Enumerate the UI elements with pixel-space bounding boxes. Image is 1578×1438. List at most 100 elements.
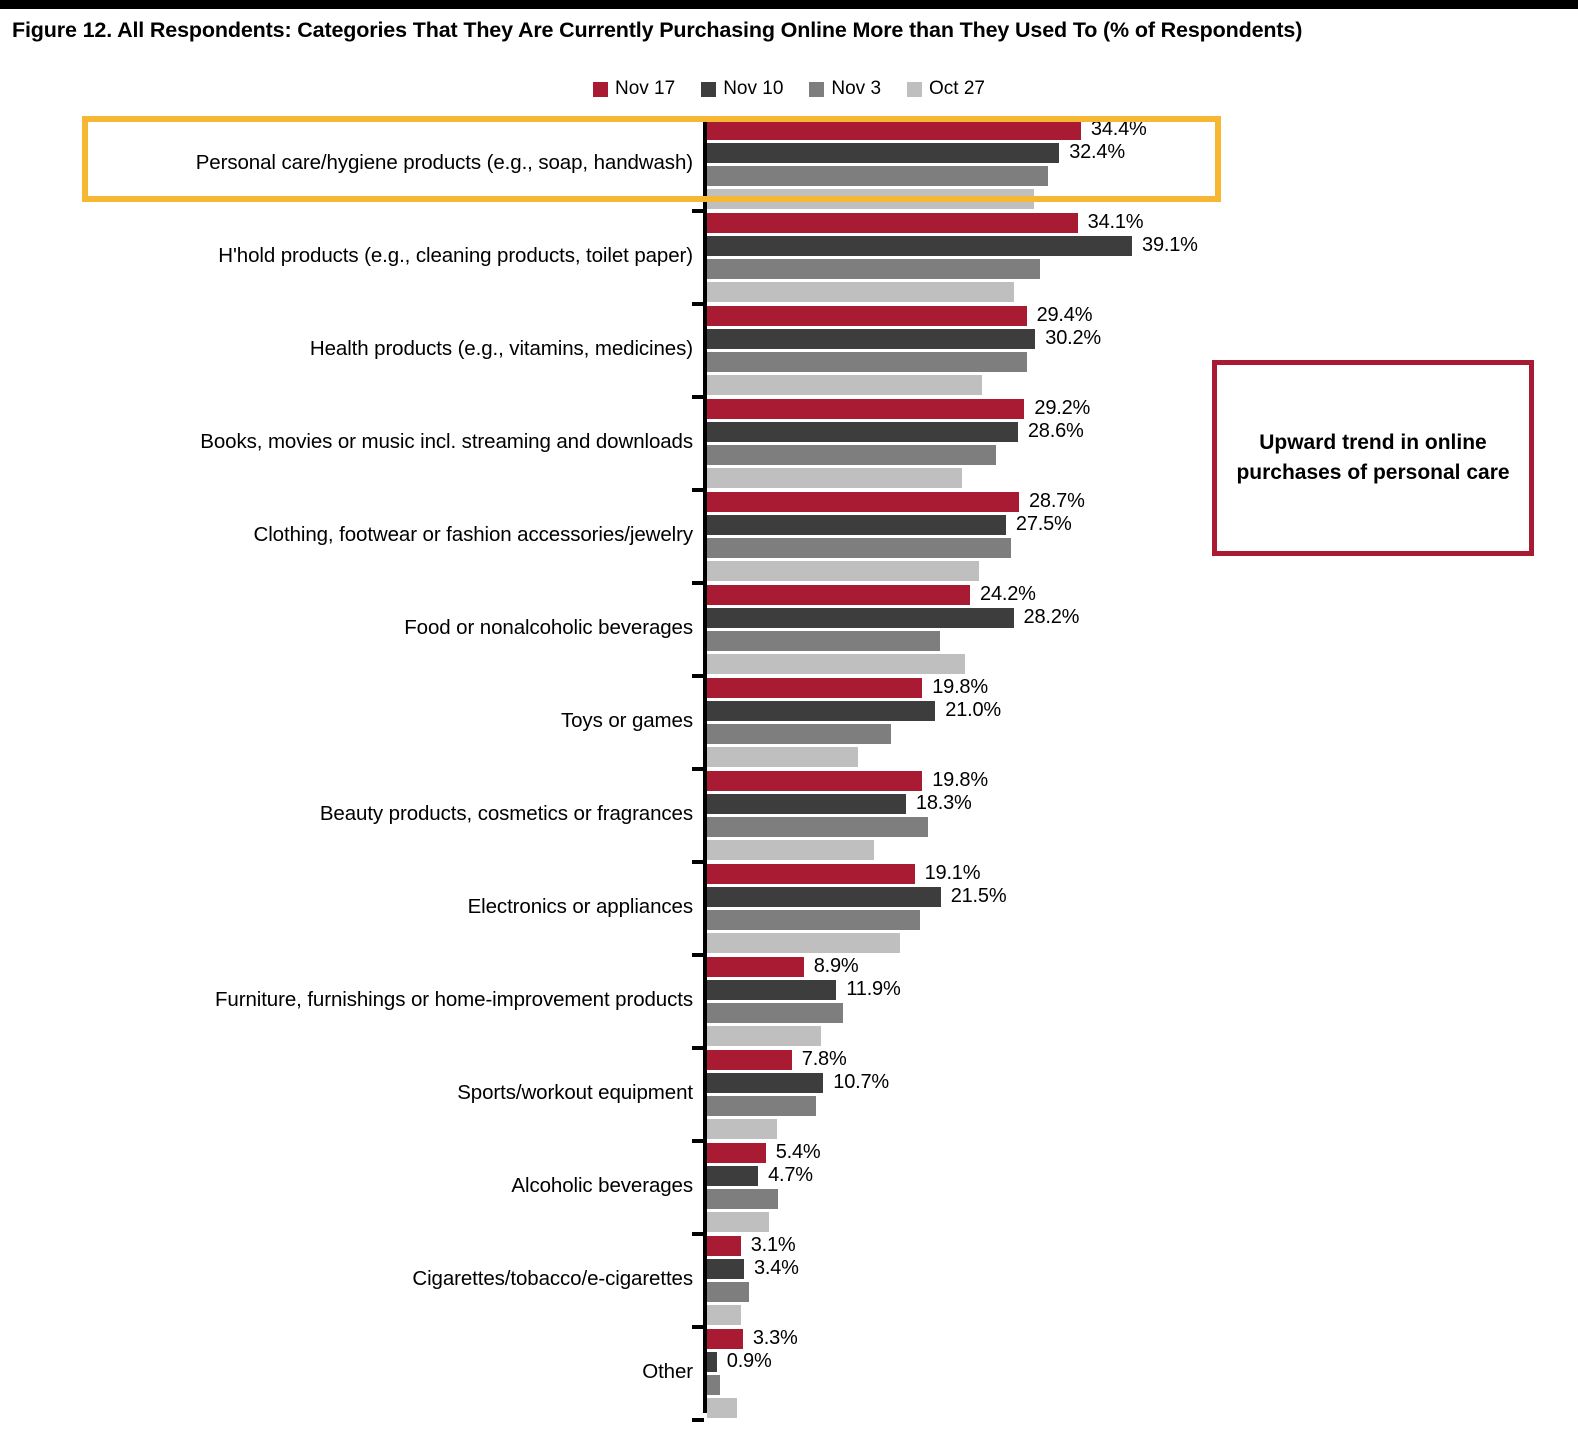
bar-nov-17[interactable] — [707, 771, 923, 791]
legend-swatch-icon — [809, 81, 825, 97]
bar-nov-17[interactable] — [707, 1329, 743, 1349]
bar-nov-17[interactable] — [707, 585, 971, 605]
bar-nov-17[interactable] — [707, 306, 1027, 326]
category-group: H'hold products (e.g., cleaning products… — [0, 209, 1578, 302]
bar-nov-3[interactable] — [707, 1375, 721, 1395]
bar-nov-3[interactable] — [707, 817, 928, 837]
bar-nov-10[interactable] — [707, 794, 906, 814]
legend-item-nov-3[interactable]: Nov 3 — [809, 78, 881, 100]
bar-nov-10[interactable] — [707, 329, 1036, 349]
bar-value-label: 30.2% — [1045, 327, 1101, 350]
bar-value-label: 18.3% — [915, 792, 972, 815]
bar-nov-17[interactable] — [707, 957, 804, 977]
bar-oct-27[interactable] — [707, 1119, 777, 1139]
bar-value-label: 19.8% — [932, 676, 988, 699]
bar-nov-3[interactable] — [707, 1096, 816, 1116]
legend-label: Nov 10 — [723, 78, 784, 99]
bar-oct-27[interactable] — [707, 747, 859, 767]
bar-nov-10[interactable] — [707, 1166, 759, 1186]
bar-nov-3[interactable] — [707, 910, 921, 930]
bar-value-label: 7.8% — [801, 1048, 847, 1071]
bar-oct-27[interactable] — [707, 840, 875, 860]
category-axis-label: Cigarettes/tobacco/e-cigarettes — [412, 1266, 693, 1290]
axis-tick — [692, 860, 704, 864]
bar-nov-3[interactable] — [707, 1003, 843, 1023]
bar-nov-10[interactable] — [707, 515, 1006, 535]
bar-nov-10[interactable] — [707, 1073, 824, 1093]
bar-oct-27[interactable] — [707, 375, 982, 395]
category-axis-label: H'hold products (e.g., cleaning products… — [218, 243, 693, 267]
legend-swatch-icon — [592, 81, 608, 97]
legend-item-nov-10[interactable]: Nov 10 — [701, 78, 783, 100]
bar-nov-10[interactable] — [707, 143, 1060, 163]
bar-nov-17[interactable] — [707, 492, 1019, 512]
bar-value-label: 5.4% — [775, 1141, 821, 1164]
bar-nov-3[interactable] — [707, 166, 1049, 186]
category-axis-label: Clothing, footwear or fashion accessorie… — [253, 522, 694, 546]
bar-nov-17[interactable] — [707, 399, 1025, 419]
legend-label: Nov 3 — [831, 78, 882, 99]
bar-value-label: 39.1% — [1142, 234, 1198, 257]
bar-nov-10[interactable] — [707, 980, 837, 1000]
bar-oct-27[interactable] — [707, 561, 979, 581]
bar-nov-17[interactable] — [707, 213, 1078, 233]
bar-nov-17[interactable] — [707, 1050, 792, 1070]
bar-oct-27[interactable] — [707, 1026, 822, 1046]
bar-oct-27[interactable] — [707, 933, 901, 953]
category-group: Sports/workout equipment 7.8% 10.7% — [0, 1046, 1578, 1139]
legend-label: Oct 27 — [929, 78, 986, 99]
bar-nov-3[interactable] — [707, 352, 1027, 372]
bar-oct-27[interactable] — [707, 468, 963, 488]
bar-value-label: 3.4% — [753, 1257, 799, 1280]
category-axis-label: Toys or games — [560, 708, 693, 732]
bar-nov-3[interactable] — [707, 631, 940, 651]
bar-oct-27[interactable] — [707, 189, 1035, 209]
axis-tick — [692, 395, 704, 399]
category-group: Furniture, furnishings or home-improveme… — [0, 953, 1578, 1046]
bar-nov-3[interactable] — [707, 724, 891, 744]
bar-value-label: 3.1% — [750, 1234, 796, 1257]
bar-nov-3[interactable] — [707, 1282, 750, 1302]
bar-nov-3[interactable] — [707, 1189, 778, 1209]
bar-nov-3[interactable] — [707, 538, 1012, 558]
category-axis-label: Beauty products, cosmetics or fragrances — [319, 801, 693, 825]
bar-oct-27[interactable] — [707, 1305, 741, 1325]
bar-oct-27[interactable] — [707, 1212, 769, 1232]
category-axis-label: Books, movies or music incl. streaming a… — [200, 429, 693, 453]
bar-oct-27[interactable] — [707, 654, 965, 674]
figure-title: Figure 12. All Respondents: Categories T… — [12, 18, 1303, 42]
bar-oct-27[interactable] — [707, 1398, 738, 1418]
chart-legend: Nov 17 Nov 10 Nov 3 Oct 27 — [0, 78, 1578, 100]
bar-nov-10[interactable] — [707, 608, 1014, 628]
bar-value-label: 19.8% — [932, 769, 988, 792]
bar-nov-17[interactable] — [707, 678, 923, 698]
bar-nov-10[interactable] — [707, 887, 941, 907]
bar-value-label: 4.7% — [768, 1164, 813, 1187]
bar-nov-10[interactable] — [707, 422, 1018, 442]
bar-nov-10[interactable] — [707, 1259, 744, 1279]
bar-nov-10[interactable] — [707, 236, 1133, 256]
bar-nov-17[interactable] — [707, 864, 915, 884]
bar-nov-3[interactable] — [707, 445, 997, 465]
bar-value-label: 24.2% — [980, 583, 1036, 606]
bar-nov-17[interactable] — [707, 1143, 766, 1163]
bar-oct-27[interactable] — [707, 282, 1014, 302]
category-axis-label: Electronics or appliances — [467, 894, 694, 918]
legend-item-nov-17[interactable]: Nov 17 — [592, 78, 676, 100]
bar-nov-17[interactable] — [707, 120, 1081, 140]
bar-value-label: 10.7% — [833, 1071, 890, 1094]
bar-value-label: 28.7% — [1028, 490, 1085, 513]
bar-value-label: 29.2% — [1034, 397, 1091, 420]
legend-item-oct-27[interactable]: Oct 27 — [907, 78, 985, 100]
bar-nov-10[interactable] — [707, 1352, 717, 1372]
category-group: Electronics or appliances 19.1% 21.5% — [0, 860, 1578, 953]
category-group: Other 3.3% 0.9% — [0, 1325, 1578, 1418]
category-axis-label: Alcoholic beverages — [511, 1173, 693, 1197]
category-group: Beauty products, cosmetics or fragrances… — [0, 767, 1578, 860]
axis-tick — [692, 581, 704, 585]
bar-nov-17[interactable] — [707, 1236, 741, 1256]
legend-label: Nov 17 — [614, 78, 676, 99]
bar-nov-10[interactable] — [707, 701, 936, 721]
bar-value-label: 34.1% — [1087, 211, 1144, 234]
bar-nov-3[interactable] — [707, 259, 1040, 279]
